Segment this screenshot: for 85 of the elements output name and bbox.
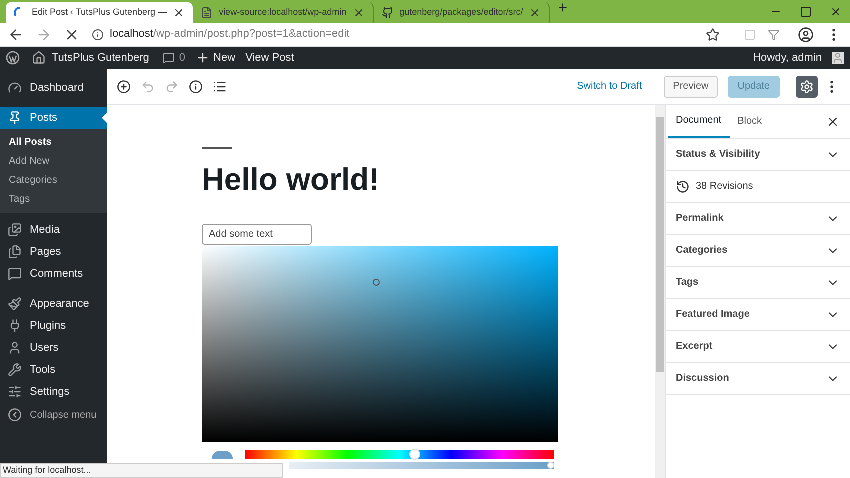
close-icon[interactable] — [529, 6, 542, 18]
menu-item[interactable]: Dashboard — [0, 77, 107, 99]
restore-icon[interactable] — [800, 6, 812, 18]
site-name-link[interactable]: TutsPlus Gutenberg — [52, 50, 150, 66]
menu-item[interactable]: Settings — [0, 381, 107, 403]
active-pointer-icon — [102, 113, 107, 123]
panel-section[interactable]: Excerpt — [666, 331, 850, 363]
comment-count[interactable]: 0 — [179, 50, 186, 66]
view-post-link[interactable]: View Post — [246, 50, 294, 66]
color-swatch — [212, 451, 233, 459]
alpha-slider-thumb[interactable] — [548, 462, 555, 469]
home-icon[interactable] — [32, 51, 46, 65]
menu-item[interactable]: Posts — [0, 107, 107, 129]
submenu-item[interactable]: All Posts — [0, 133, 107, 152]
close-icon[interactable] — [352, 6, 365, 18]
media-icon — [8, 223, 22, 237]
tab-title: Edit Post ‹ TutsPlus Gutenberg — — [32, 6, 168, 19]
panel-section[interactable]: Status & Visibility — [666, 139, 850, 171]
collapse-icon — [8, 408, 22, 422]
github-icon — [382, 6, 394, 18]
plus-icon[interactable] — [196, 51, 210, 65]
wordpress-logo-icon[interactable] — [6, 51, 20, 65]
panel-section[interactable]: Discussion — [666, 363, 850, 395]
menu-item[interactable]: Appearance — [0, 293, 107, 315]
back-icon[interactable] — [8, 26, 24, 42]
color-saturation-area[interactable] — [202, 246, 558, 442]
menu-item[interactable]: Pages — [0, 241, 107, 263]
panel-section[interactable]: Permalink — [666, 203, 850, 235]
loading-status-tooltip: Waiting for localhost... — [0, 463, 283, 478]
appearance-icon — [8, 297, 22, 311]
dashboard-icon — [8, 81, 22, 95]
star-icon[interactable] — [706, 28, 720, 42]
revisions-link[interactable]: 38 Revisions — [666, 171, 850, 203]
hue-slider[interactable] — [245, 450, 554, 459]
close-window-icon[interactable] — [830, 6, 842, 18]
new-link[interactable]: New — [214, 50, 236, 66]
collapse-menu-button[interactable]: Collapse menu — [0, 404, 107, 426]
page-icon — [201, 6, 214, 18]
hue-slider-thumb[interactable] — [409, 449, 420, 460]
browser-tab[interactable]: gutenberg/packages/editor/src/ — [374, 2, 550, 23]
settings-button[interactable] — [796, 76, 818, 98]
tools-icon — [8, 363, 22, 377]
menu-item[interactable]: Plugins — [0, 315, 107, 337]
menu-item[interactable]: Users — [0, 337, 107, 359]
panel-section[interactable]: Tags — [666, 267, 850, 299]
plugins-icon — [8, 319, 22, 333]
tab-title: gutenberg/packages/editor/src/ — [400, 6, 524, 19]
panel-tab[interactable]: Block — [730, 105, 770, 138]
panel-tab[interactable]: Document — [668, 105, 730, 138]
browser-tab[interactable]: view-source:localhost/wp-admin — [193, 2, 374, 23]
new-tab-button[interactable]: + — [558, 0, 568, 21]
preview-button[interactable]: Preview — [664, 76, 718, 98]
profile-icon[interactable] — [798, 26, 814, 42]
menu-item[interactable]: Tools — [0, 359, 107, 381]
tab-title: view-source:localhost/wp-admin — [219, 6, 347, 19]
add-icon[interactable] — [117, 80, 131, 94]
extension-icon[interactable] — [768, 28, 780, 40]
post-title[interactable]: Hello world! — [202, 162, 655, 198]
panel-section[interactable]: Categories — [666, 235, 850, 267]
panel-section[interactable]: Featured Image — [666, 299, 850, 331]
settings-icon — [8, 385, 22, 399]
submenu-item[interactable]: Categories — [0, 171, 107, 190]
greeting-link[interactable]: Howdy, admin — [753, 50, 822, 66]
title-separator — [202, 147, 232, 149]
browser-tab[interactable]: Edit Post ‹ TutsPlus Gutenberg — — [6, 2, 194, 23]
info-icon[interactable] — [189, 80, 203, 94]
submenu-item[interactable]: Tags — [0, 190, 107, 209]
gear-icon — [800, 80, 814, 94]
outline-icon[interactable] — [213, 80, 227, 94]
switch-to-draft-link[interactable]: Switch to Draft — [577, 79, 642, 94]
menu-item[interactable]: Media — [0, 219, 107, 241]
close-icon[interactable] — [173, 6, 186, 18]
menu-item[interactable]: Comments — [0, 263, 107, 285]
submenu-item[interactable]: Add New — [0, 152, 107, 171]
alpha-slider[interactable] — [289, 462, 554, 469]
color-pointer-icon[interactable] — [373, 279, 380, 286]
comments-icon[interactable] — [163, 52, 176, 64]
address-field[interactable]: localhost/wp-admin/post.php?post=1&action=edit — [92, 26, 694, 43]
users-icon — [8, 341, 22, 355]
info-icon[interactable] — [92, 28, 104, 40]
text-input-field[interactable]: Add some text — [202, 224, 312, 245]
posts-icon — [8, 111, 22, 125]
history-icon — [676, 180, 690, 194]
pages-icon — [8, 245, 22, 259]
comments-icon — [8, 267, 22, 281]
